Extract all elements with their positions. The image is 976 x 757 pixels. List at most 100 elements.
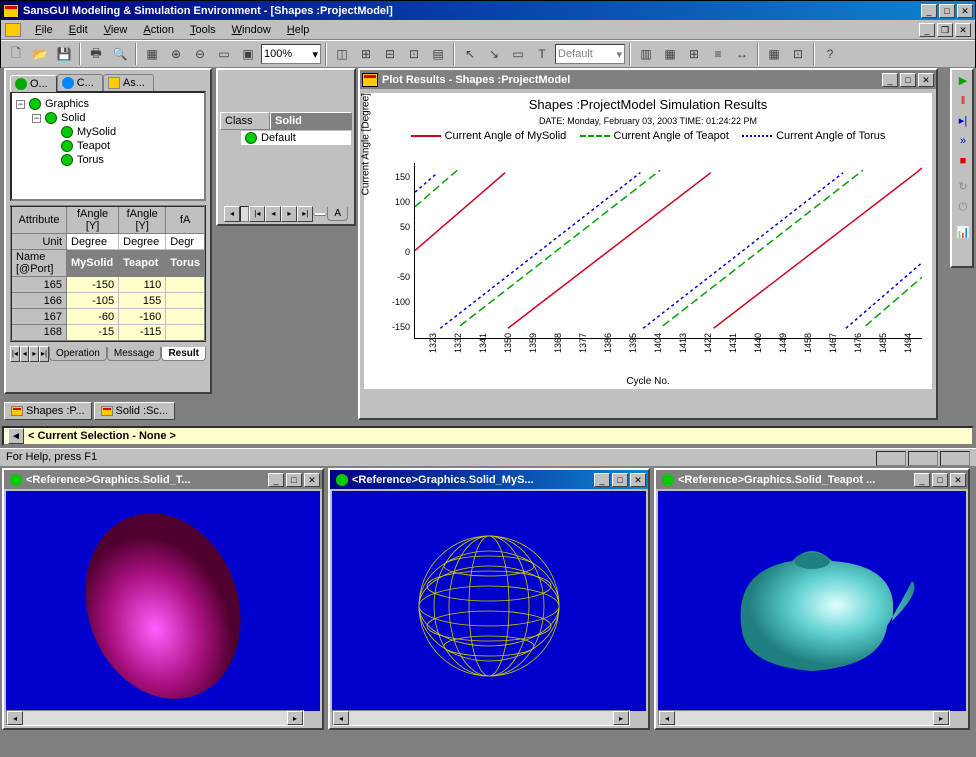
nav-last-button[interactable]: ▸|	[39, 346, 49, 362]
tab-operation[interactable]: Operation	[49, 347, 107, 361]
nav-next-button[interactable]: ▸	[281, 206, 297, 222]
minimize-button[interactable]: _	[921, 4, 937, 18]
vp-maximize-button[interactable]: □	[286, 473, 302, 487]
doctab-solid[interactable]: Solid :Sc...	[94, 402, 176, 420]
class-header[interactable]: Class	[220, 112, 270, 130]
nav-next-button[interactable]: ▸	[29, 346, 39, 362]
col-fangle2[interactable]: fAngle [Y]	[119, 206, 166, 234]
solid-header[interactable]: Solid	[270, 112, 352, 130]
t3-button[interactable]: ⊟	[379, 43, 401, 65]
nav-last-button[interactable]: ▸|	[297, 206, 313, 222]
plot-close-button[interactable]: ✕	[918, 73, 934, 87]
row-header[interactable]: 166	[11, 293, 67, 309]
data-cell[interactable]: -115	[119, 325, 166, 341]
data-cell[interactable]: 110	[119, 277, 166, 293]
chart-button[interactable]: 📊	[954, 224, 972, 242]
menu-action[interactable]: Action	[135, 22, 182, 38]
new-button[interactable]: 🗋	[5, 43, 27, 65]
nav-first-button[interactable]: |◂	[249, 206, 265, 222]
col-attribute[interactable]: Attribute	[11, 206, 67, 234]
nav-first-button[interactable]: |◂	[10, 346, 20, 362]
stop-button[interactable]: ■	[954, 152, 972, 170]
mdi-restore-button[interactable]: ❐	[937, 23, 953, 37]
3d-canvas[interactable]	[332, 491, 646, 711]
h-scrollbar[interactable]: ◂▸	[6, 710, 304, 726]
box-button[interactable]: ▭	[507, 43, 529, 65]
help-button[interactable]: ?	[819, 43, 841, 65]
unit-cell[interactable]: Degr	[166, 234, 205, 250]
name-cell[interactable]: Teapot	[119, 250, 166, 277]
default-row[interactable]: Default	[241, 131, 351, 145]
mdi-minimize-button[interactable]: _	[919, 23, 935, 37]
close-button[interactable]: ✕	[957, 4, 973, 18]
vp-close-button[interactable]: ✕	[304, 473, 320, 487]
vp-maximize-button[interactable]: □	[612, 473, 628, 487]
a2-button[interactable]: ▦	[659, 43, 681, 65]
tree-solid[interactable]: −Solid	[16, 111, 200, 125]
h-scrollbar[interactable]: ◂▸	[332, 710, 630, 726]
vp-minimize-button[interactable]: _	[594, 473, 610, 487]
object-tree[interactable]: −Graphics −Solid MySolid Teapot Torus	[10, 91, 206, 201]
b2-button[interactable]: ⊡	[787, 43, 809, 65]
unit-cell[interactable]: Degree	[119, 234, 166, 250]
data-cell[interactable]: -160	[119, 309, 166, 325]
data-cell[interactable]	[166, 293, 205, 309]
data-cell[interactable]: -60	[67, 309, 119, 325]
tab-message[interactable]: Message	[107, 347, 162, 361]
tree-item-teapot[interactable]: Teapot	[16, 139, 200, 153]
tab-assembly[interactable]: As...	[103, 74, 154, 91]
data-cell[interactable]: 155	[119, 293, 166, 309]
data-cell[interactable]: -105	[67, 293, 119, 309]
tab-objects[interactable]: O...	[10, 75, 57, 92]
tab-result[interactable]: Result	[161, 347, 206, 361]
t5-button[interactable]: ▤	[427, 43, 449, 65]
name-cell[interactable]: MySolid	[67, 250, 119, 277]
row-header[interactable]: 165	[11, 277, 67, 293]
col-fangle3[interactable]: fA	[166, 206, 205, 234]
t4-button[interactable]: ⊡	[403, 43, 425, 65]
plot-maximize-button[interactable]: □	[900, 73, 916, 87]
b1-button[interactable]: ▦	[763, 43, 785, 65]
fit-button[interactable]: ▣	[237, 43, 259, 65]
print-button[interactable]: 🖶	[85, 43, 107, 65]
tree-item-torus[interactable]: Torus	[16, 153, 200, 167]
plot-minimize-button[interactable]: _	[882, 73, 898, 87]
row-header[interactable]: 168	[11, 325, 67, 341]
3d-canvas[interactable]	[658, 491, 966, 711]
mdi-icon[interactable]	[5, 23, 21, 37]
tab-top[interactable]	[313, 213, 327, 216]
pause-button[interactable]: ‖	[954, 92, 972, 110]
pointer-button[interactable]: ↖	[459, 43, 481, 65]
menu-tools[interactable]: Tools	[182, 22, 224, 38]
a1-button[interactable]: ▥	[635, 43, 657, 65]
row-header[interactable]: 167	[11, 309, 67, 325]
a3-button[interactable]: ⊞	[683, 43, 705, 65]
data-cell[interactable]	[166, 277, 205, 293]
menu-file[interactable]: File	[27, 22, 61, 38]
frame-button[interactable]: ▭	[213, 43, 235, 65]
preview-button[interactable]: 🔍	[109, 43, 131, 65]
menu-window[interactable]: Window	[224, 22, 279, 38]
nav-prev-button[interactable]: ◂	[265, 206, 281, 222]
3d-canvas[interactable]	[6, 491, 320, 711]
menu-edit[interactable]: Edit	[61, 22, 96, 38]
step-fwd-button[interactable]: ▸|	[954, 112, 972, 130]
reset-button[interactable]: ↻	[954, 178, 972, 196]
unit-cell[interactable]: Degree	[67, 234, 119, 250]
menu-help[interactable]: Help	[279, 22, 318, 38]
selection-prev-button[interactable]: ◂	[8, 428, 24, 444]
open-button[interactable]: 📂	[29, 43, 51, 65]
zoom-out-button[interactable]: ⊖	[189, 43, 211, 65]
data-cell[interactable]	[166, 325, 205, 341]
zoom-in-button[interactable]: ⊕	[165, 43, 187, 65]
a5-button[interactable]: ↔	[731, 43, 753, 65]
vp-minimize-button[interactable]: _	[268, 473, 284, 487]
vp-close-button[interactable]: ✕	[630, 473, 646, 487]
h-scrollbar[interactable]: ◂▸	[658, 710, 950, 726]
collapse-icon[interactable]: −	[32, 114, 41, 123]
t1-button[interactable]: ◫	[331, 43, 353, 65]
a4-button[interactable]: ≡	[707, 43, 729, 65]
text-button[interactable]: T	[531, 43, 553, 65]
nav-prev-button[interactable]: ◂	[224, 206, 240, 222]
mdi-close-button[interactable]: ✕	[955, 23, 971, 37]
